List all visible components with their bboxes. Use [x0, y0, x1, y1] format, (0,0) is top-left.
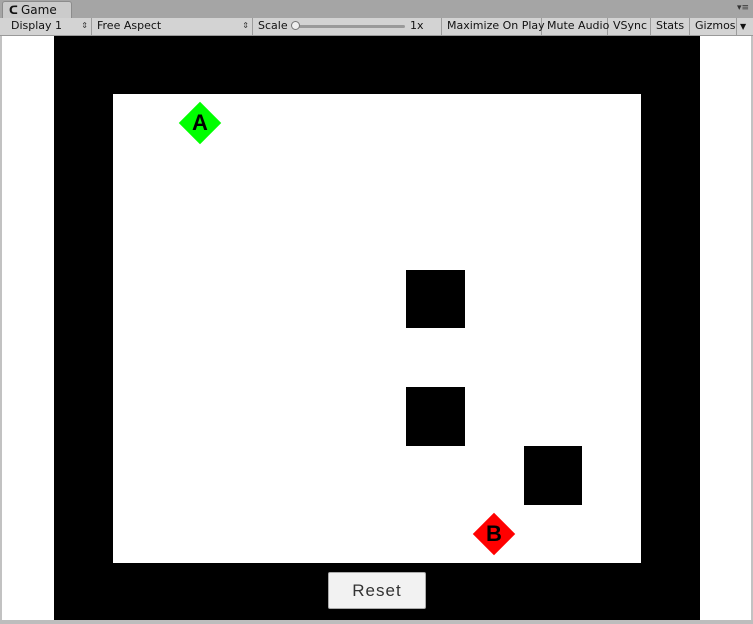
tab-menu-icon[interactable]: ▾≡ — [737, 3, 749, 13]
maximize-on-play-label: Maximize On Play — [447, 19, 545, 32]
stats-toggle[interactable]: Stats — [651, 18, 690, 35]
scale-slider-track[interactable] — [297, 25, 405, 28]
obstacle-block — [406, 387, 465, 446]
obstacle-block — [524, 446, 582, 505]
dropdown-arrow-icon: ⇕ — [81, 21, 88, 30]
maximize-on-play-toggle[interactable]: Maximize On Play — [442, 18, 545, 35]
tab-game-label: Game — [21, 3, 57, 17]
reset-button[interactable]: Reset — [328, 572, 426, 609]
gizmos-toggle[interactable]: Gizmos — [690, 18, 737, 35]
gizmos-label: Gizmos — [695, 19, 736, 32]
window-tab-bar: ᑕ Game ▾≡ — [0, 0, 753, 19]
start-marker-label: A — [192, 110, 208, 135]
display-dropdown[interactable]: Display 1 ⇕ — [6, 18, 92, 35]
display-label: Display 1 — [11, 19, 63, 32]
scale-value: 1x — [410, 19, 424, 32]
unity-game-icon: ᑕ — [9, 4, 18, 17]
dropdown-arrow-icon: ⇕ — [242, 21, 249, 30]
mute-audio-label: Mute Audio — [547, 19, 610, 32]
obstacle-block — [406, 270, 465, 328]
aspect-label: Free Aspect — [97, 19, 162, 32]
aspect-dropdown[interactable]: Free Aspect ⇕ — [92, 18, 253, 35]
scale-slider-thumb[interactable] — [291, 21, 300, 30]
stats-label: Stats — [656, 19, 685, 32]
tab-game[interactable]: ᑕ Game — [2, 1, 72, 18]
scale-label: Scale — [258, 19, 288, 32]
vsync-label: VSync — [613, 19, 648, 32]
vsync-toggle[interactable]: VSync — [608, 18, 651, 35]
window-bottom-edge — [0, 620, 753, 624]
gizmos-dropdown[interactable]: ▼ — [737, 18, 753, 35]
end-marker-label: B — [486, 521, 502, 546]
chevron-down-icon: ▼ — [740, 22, 747, 31]
mute-audio-toggle[interactable]: Mute Audio — [542, 18, 610, 35]
start-marker-a[interactable]: A — [178, 101, 222, 145]
end-marker-b[interactable]: B — [472, 512, 516, 556]
